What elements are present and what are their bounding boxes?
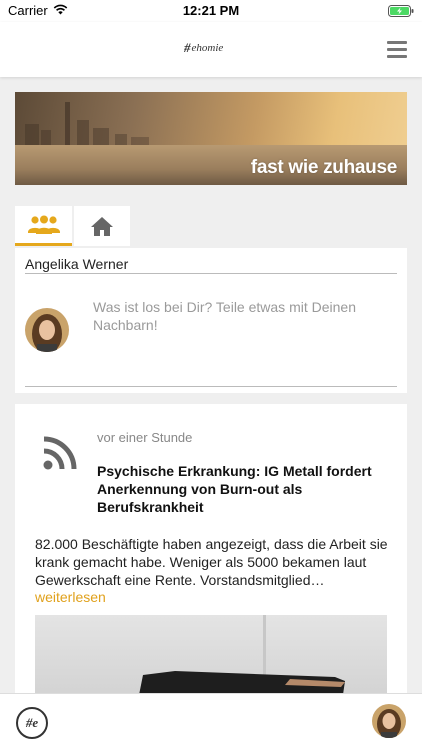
rss-icon (43, 436, 77, 470)
post-title[interactable]: Psychische Erkrankung: IG Metall fordert… (97, 462, 387, 516)
people-icon (27, 215, 60, 234)
top-navbar: # ehomie (0, 22, 422, 77)
tab-neighbors[interactable] (15, 206, 72, 246)
logo-hash-mark: # (184, 40, 191, 55)
avatar[interactable] (25, 308, 69, 352)
app-logo[interactable]: # ehomie (184, 40, 223, 56)
battery-charging-icon (388, 5, 414, 17)
feed-post: vor einer Stunde Psychische Erkrankung: … (15, 404, 407, 704)
profile-avatar[interactable] (372, 704, 406, 738)
post-body: 82.000 Beschäftigte haben angezeigt, das… (35, 536, 388, 588)
post-timestamp: vor einer Stunde (97, 430, 193, 445)
banner-slogan: fast wie zuhause (250, 157, 398, 178)
status-bar: Carrier 12:21 PM (0, 0, 422, 22)
divider (25, 273, 397, 274)
post-image[interactable] (35, 615, 387, 704)
composer-user-name: Angelika Werner (25, 256, 129, 272)
post-composer: Angelika Werner Was ist los bei Dir? Tei… (15, 248, 407, 393)
read-more-link[interactable]: weiterlesen (35, 589, 106, 605)
bottom-bar: #e (0, 693, 422, 750)
divider (25, 386, 397, 387)
hamburger-menu-icon[interactable] (387, 41, 407, 58)
city-skyline-graphic (25, 102, 149, 150)
home-logo-button[interactable]: #e (16, 707, 48, 739)
composer-input[interactable]: Was ist los bei Dir? Teile etwas mit Dei… (93, 298, 383, 334)
logo-text: ehomie (191, 42, 224, 54)
status-time: 12:21 PM (182, 3, 240, 18)
hero-banner: fast wie zuhause (15, 92, 407, 185)
home-icon (91, 216, 113, 236)
tab-home[interactable] (74, 206, 130, 246)
